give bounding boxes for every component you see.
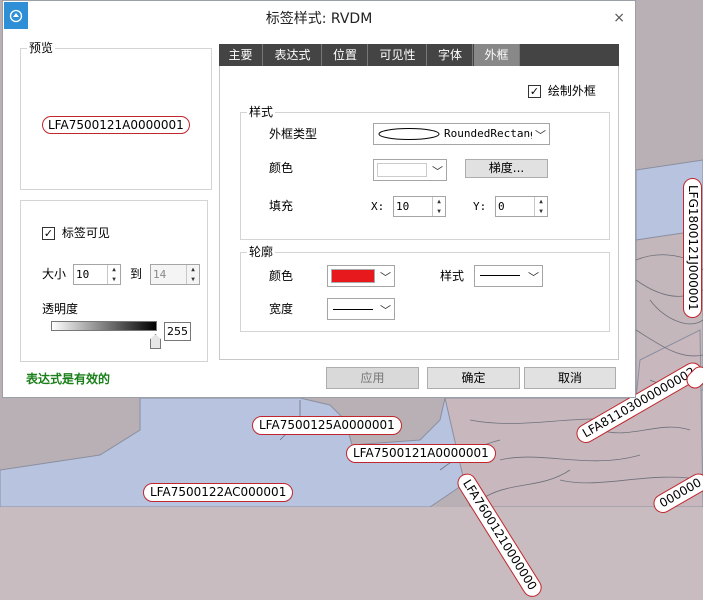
tab-font[interactable]: 字体 [428, 44, 473, 66]
label-visible-checkbox[interactable]: ✓ [42, 227, 55, 240]
fill-y-label: Y: [473, 200, 487, 213]
preview-group: 预览 LFA7500121A0000001 [20, 41, 212, 190]
draw-frame-text: 绘制外框 [547, 84, 596, 98]
tab-visibility[interactable]: 可见性 [369, 44, 427, 66]
opacity-slider-thumb[interactable] [150, 334, 161, 349]
tab-main[interactable]: 主要 [219, 44, 263, 66]
cancel-button[interactable]: 取消 [524, 367, 616, 389]
tab-expression[interactable]: 表达式 [264, 44, 322, 66]
tab-frame[interactable]: 外框 [474, 44, 520, 66]
frame-style-legend: 样式 [247, 105, 276, 119]
chevron-down-icon: ﹀ [380, 304, 391, 317]
spin-up-icon[interactable]: ▲ [535, 197, 547, 207]
frame-color-select[interactable]: ﹀ [373, 159, 447, 181]
preview-sample-label: LFA7500121A0000001 [42, 116, 190, 134]
spin-down-icon[interactable]: ▼ [535, 207, 547, 217]
outline-group: 轮廓 颜色 ﹀ 样式 ﹀ 宽度 ﹀ [240, 245, 610, 332]
map-label: LFA7500121A0000001 [346, 444, 496, 463]
draw-frame-checkbox[interactable]: ✓ [528, 85, 541, 98]
label-visible-text: 标签可见 [61, 226, 110, 240]
line-style-solid-icon [480, 275, 520, 276]
spin-up-icon: ▲ [191, 266, 195, 273]
fill-y-value: 0 [498, 200, 505, 213]
chevron-down-icon: ﹀ [380, 271, 391, 284]
spin-up-icon[interactable]: ▲ [433, 197, 445, 207]
draw-frame-row[interactable]: ✓ 绘制外框 [528, 84, 596, 98]
close-icon[interactable]: × [613, 10, 625, 26]
outline-style-label: 样式 [440, 269, 465, 283]
opacity-value-box: 255 [164, 322, 191, 341]
size-min-value: 10 [76, 268, 90, 281]
spin-down-icon[interactable]: ▼ [108, 275, 120, 285]
chevron-down-icon: ﹀ [528, 271, 539, 284]
outline-color-select[interactable]: ﹀ [327, 265, 395, 287]
outline-width-label: 宽度 [269, 302, 294, 316]
frame-type-label: 外框类型 [269, 127, 318, 141]
preview-legend: 预览 [27, 41, 56, 55]
map-label: LFA7500122AC000001 [143, 483, 294, 502]
outline-style-select[interactable]: ﹀ [474, 265, 543, 287]
frame-color-swatch [377, 163, 427, 177]
line-width-thin-icon [333, 309, 373, 310]
outline-width-select[interactable]: ﹀ [327, 298, 395, 320]
apply-button[interactable]: 应用 [326, 367, 419, 389]
chevron-down-icon: ﹀ [535, 129, 546, 142]
to-label: 到 [130, 267, 143, 281]
fill-x-label: X: [371, 200, 385, 213]
rounded-rect-swatch-icon [378, 128, 440, 140]
gradient-button[interactable]: 梯度... [465, 159, 548, 178]
size-max-value: 14 [153, 268, 167, 281]
outline-legend: 轮廓 [247, 245, 276, 259]
ok-button[interactable]: 确定 [427, 367, 520, 389]
frame-type-select[interactable]: RoundedRectang ﹀ [373, 123, 550, 145]
label-style-dialog: 标签样式: RVDM × 预览 LFA7500121A0000001 ✓ 标签可… [2, 0, 636, 398]
outline-color-label: 颜色 [269, 269, 294, 283]
label-visible-row[interactable]: ✓ 标签可见 [42, 226, 110, 240]
chevron-down-icon: ﹀ [432, 165, 443, 178]
spin-down-icon: ▼ [191, 275, 195, 283]
visibility-group: ✓ 标签可见 大小 10 ▲ ▼ 到 14 ▲ ▼ 透明度 255 [20, 200, 208, 362]
fill-x-spinner[interactable]: 10 ▲ ▼ [393, 196, 446, 217]
frame-style-group: 样式 外框类型 RoundedRectang ﹀ 颜色 ﹀ 梯度... 填充 X… [240, 105, 610, 240]
fill-x-value: 10 [396, 200, 410, 213]
frame-tab-panel: ✓ 绘制外框 样式 外框类型 RoundedRectang ﹀ 颜色 ﹀ 梯度.… [219, 66, 619, 360]
frame-type-value: RoundedRectang [444, 127, 532, 140]
opacity-slider-track[interactable] [51, 321, 157, 331]
size-max-spinner: 14 ▲ ▼ [150, 264, 200, 285]
tab-position[interactable]: 位置 [323, 44, 368, 66]
dialog-title: 标签样式: RVDM [265, 11, 373, 27]
opacity-label: 透明度 [42, 302, 79, 316]
map-label: LFA7500125A0000001 [252, 416, 402, 435]
fill-y-spinner[interactable]: 0 ▲ ▼ [495, 196, 548, 217]
size-label: 大小 [42, 267, 67, 281]
fill-label: 填充 [269, 199, 294, 213]
expression-status: 表达式是有效的 [26, 372, 111, 386]
size-min-spinner[interactable]: 10 ▲ ▼ [73, 264, 121, 285]
title-bar[interactable]: 标签样式: RVDM × [3, 1, 635, 33]
frame-color-label: 颜色 [269, 161, 294, 175]
spin-up-icon[interactable]: ▲ [108, 265, 120, 275]
map-label: LFG1800121J000001 [683, 178, 702, 318]
spin-down-icon[interactable]: ▼ [433, 207, 445, 217]
outline-color-swatch [331, 269, 375, 283]
tab-bar: 主要 表达式 位置 可见性 字体 外框 [219, 44, 619, 66]
